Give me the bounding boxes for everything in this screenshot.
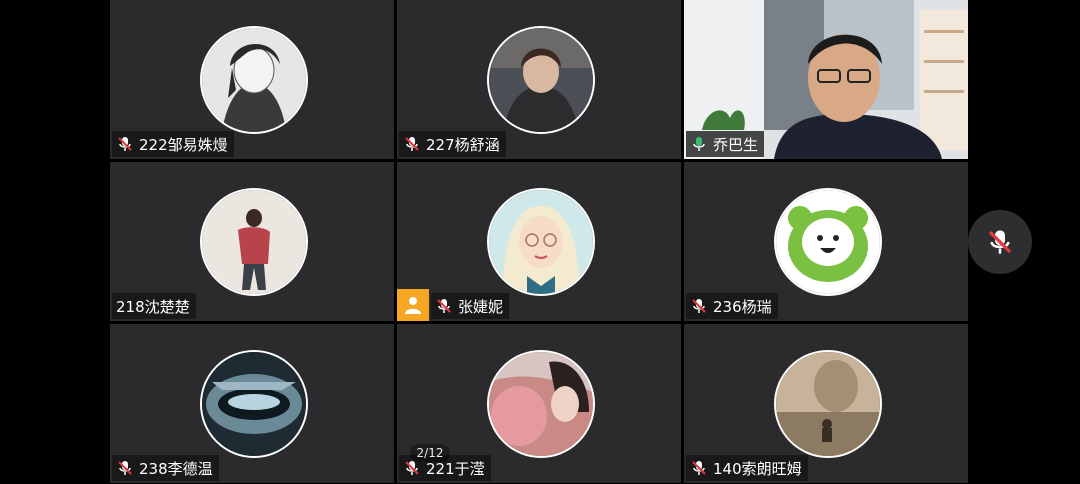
participant-name: 218沈楚楚	[116, 297, 190, 316]
avatar	[774, 188, 882, 296]
avatar	[200, 26, 308, 134]
mic-muted-icon	[118, 461, 132, 475]
participant-name: 238李德温	[139, 459, 213, 478]
participant-tile[interactable]: 140索朗旺姆	[684, 324, 968, 483]
mic-muted-icon	[692, 299, 706, 313]
participant-name: 222邹易姝熳	[139, 135, 228, 154]
video-grid: 222邹易姝熳 227杨舒涵 乔巴生 218沈楚楚 张婕妮 236杨瑞 238李…	[110, 0, 970, 484]
participant-tile[interactable]: 238李德温	[110, 324, 394, 483]
participant-tile[interactable]: 222邹易姝熳	[110, 0, 394, 159]
participant-tile[interactable]: 227杨舒涵	[397, 0, 681, 159]
participant-name-tag: 236杨瑞	[686, 293, 778, 319]
mic-muted-icon	[437, 299, 451, 313]
participant-name: 236杨瑞	[713, 297, 772, 316]
avatar	[487, 350, 595, 458]
participant-name: 乔巴生	[713, 135, 759, 154]
participant-name: 227杨舒涵	[426, 135, 500, 154]
avatar	[487, 188, 595, 296]
participant-tile[interactable]: 218沈楚楚	[110, 162, 394, 321]
avatar	[487, 26, 595, 134]
participant-name: 张婕妮	[458, 297, 504, 316]
avatar	[774, 350, 882, 458]
mic-muted-icon	[988, 230, 1012, 254]
mic-muted-icon	[405, 137, 419, 151]
page-indicator: 2/12	[410, 444, 450, 462]
participant-name-tag: 222邹易姝熳	[112, 131, 234, 157]
host-badge	[397, 289, 429, 321]
participant-name-tag: 218沈楚楚	[112, 293, 196, 319]
avatar	[200, 188, 308, 296]
person-icon	[405, 297, 421, 314]
floating-mic-button[interactable]	[968, 210, 1032, 274]
avatar	[200, 350, 308, 458]
mic-active-icon	[693, 137, 705, 151]
participant-name-tag: 张婕妮	[431, 293, 510, 319]
participant-name-tag: 140索朗旺姆	[686, 455, 808, 481]
participant-name: 140索朗旺姆	[713, 459, 802, 478]
participant-name-tag: 227杨舒涵	[399, 131, 506, 157]
participant-tile[interactable]: 236杨瑞	[684, 162, 968, 321]
participant-name-tag: 乔巴生	[686, 131, 765, 157]
participant-tile[interactable]: 张婕妮	[397, 162, 681, 321]
mic-muted-icon	[118, 137, 132, 151]
participant-name-tag: 238李德温	[112, 455, 219, 481]
mic-muted-icon	[692, 461, 706, 475]
participant-tile-speaking[interactable]: 乔巴生	[684, 0, 968, 159]
